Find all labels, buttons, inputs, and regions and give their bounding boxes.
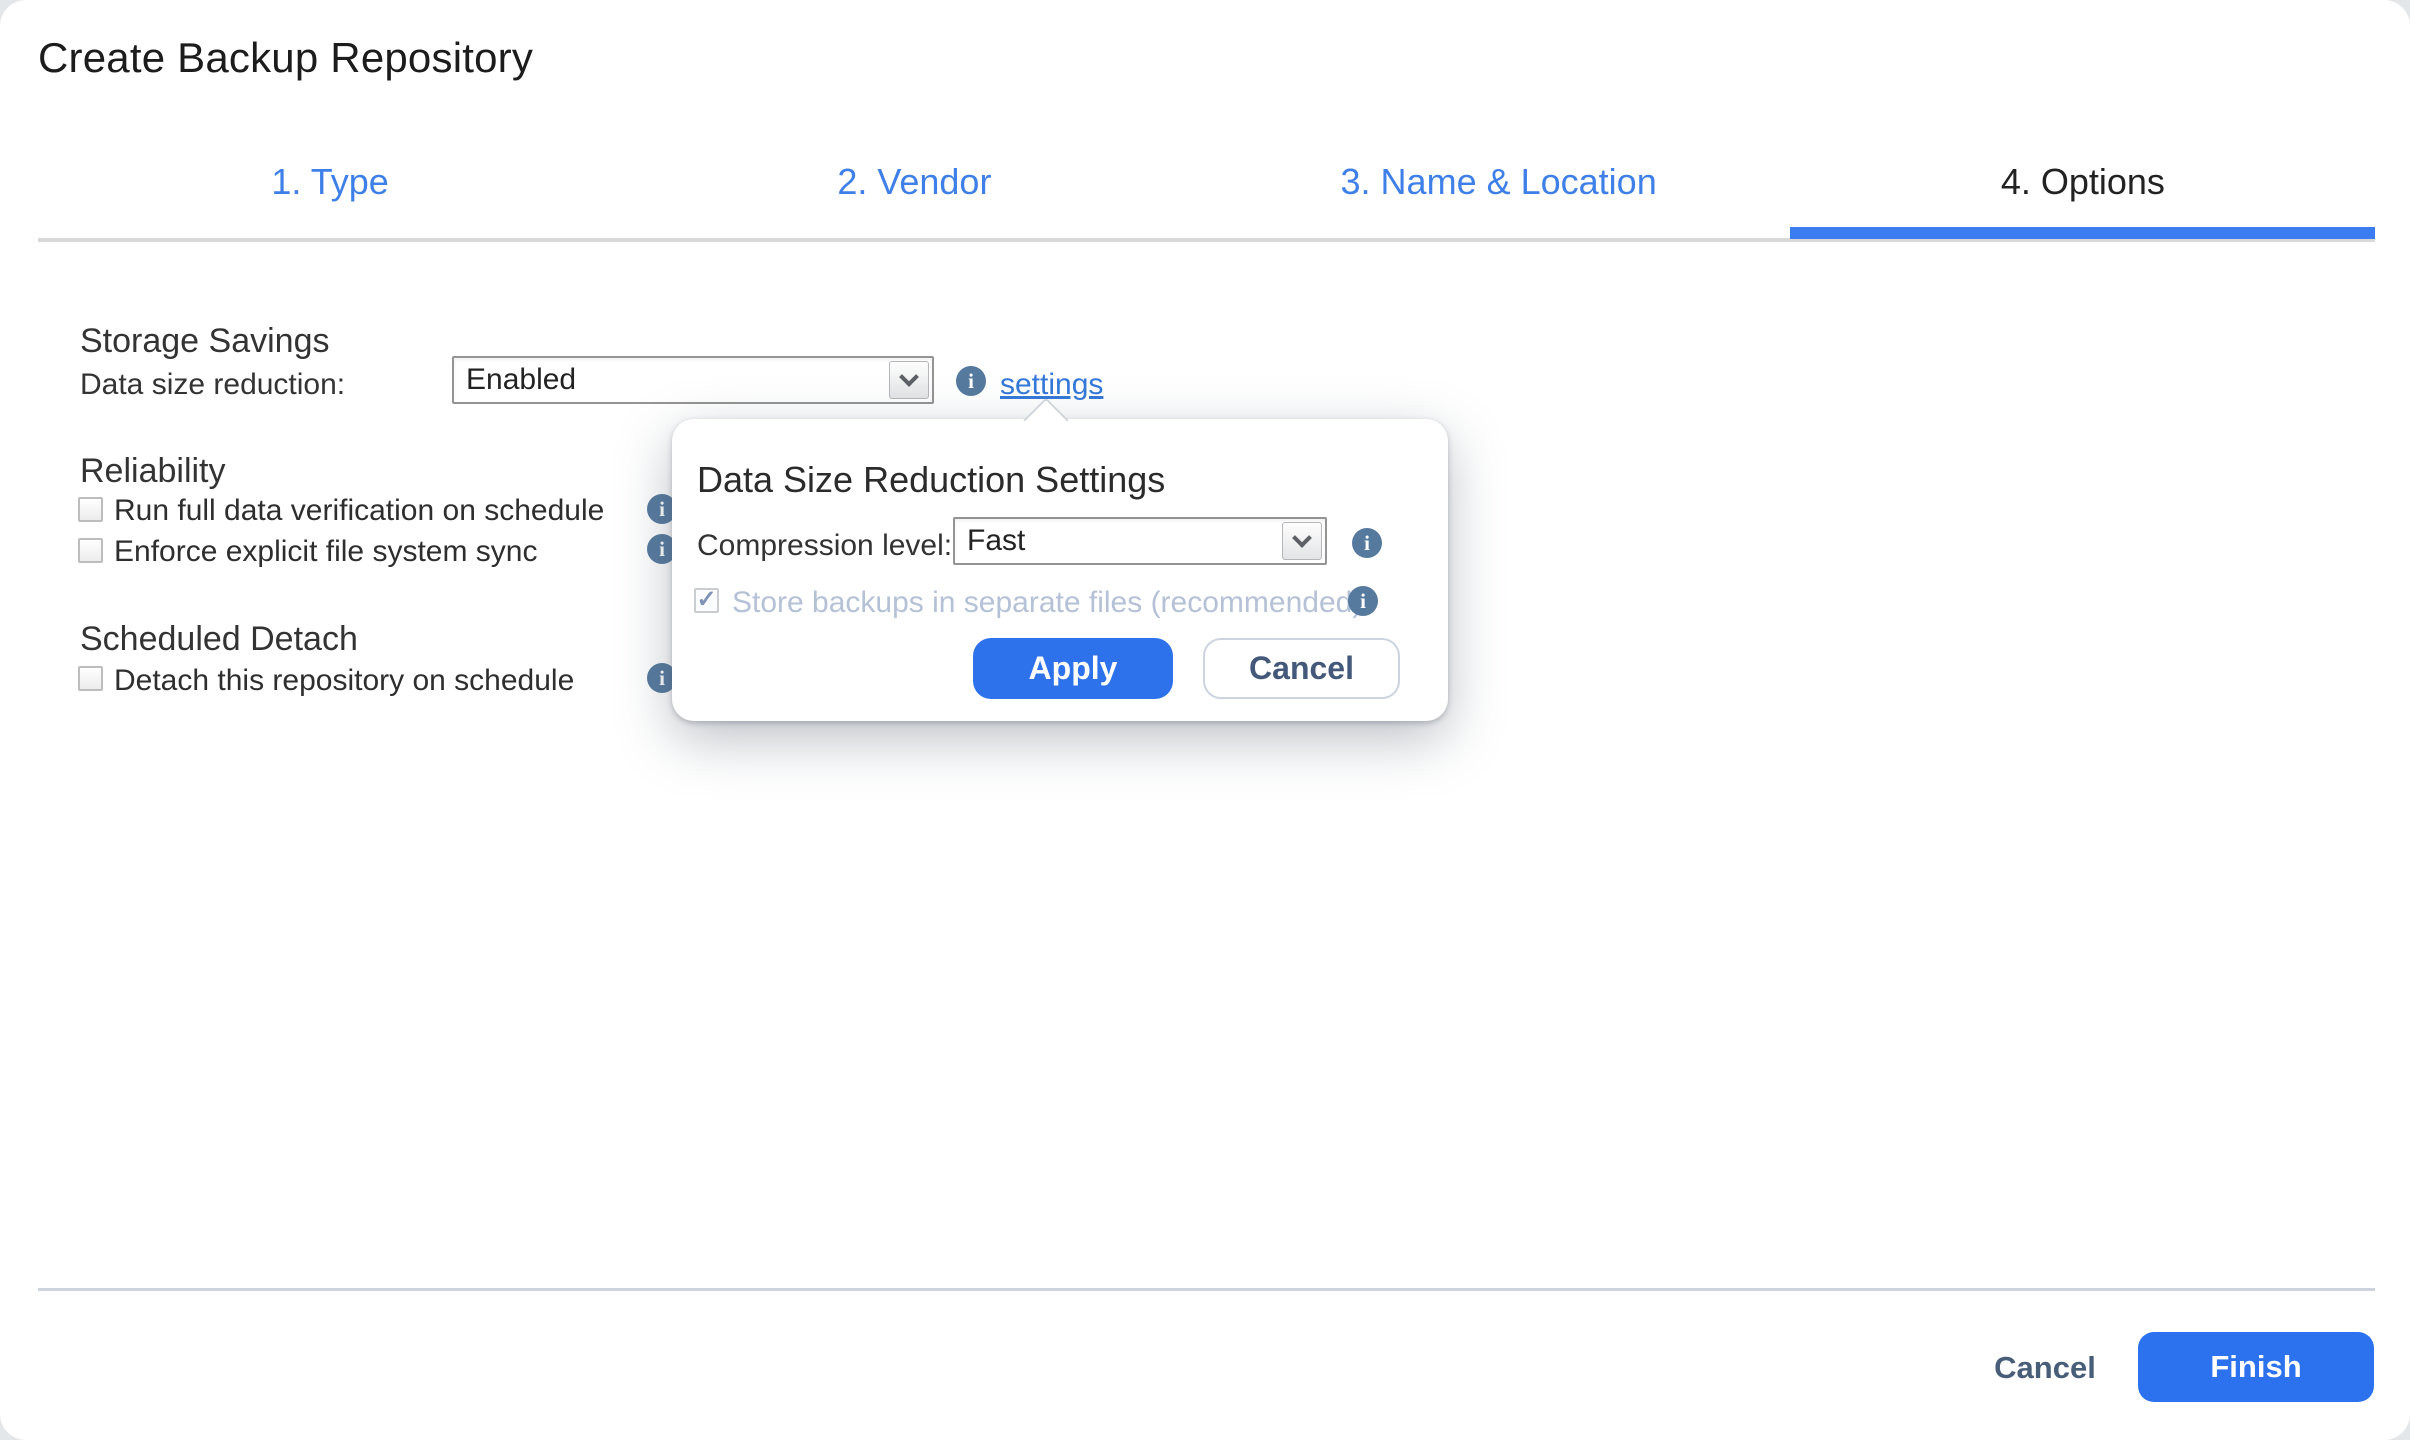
compression-level-selected-value: Fast [967,524,1026,557]
select-trigger-button[interactable] [889,361,929,399]
enforce-file-system-sync-label: Enforce explicit file system sync [114,535,538,568]
info-icon[interactable]: i [1348,586,1378,616]
run-full-data-verification-checkbox[interactable] [78,497,103,522]
wizard-tabs: 1. Type 2. Vendor 3. Name & Location 4. … [38,156,2375,208]
popover-arrow [1023,397,1069,443]
reliability-heading: Reliability [80,452,226,490]
store-backups-separate-files-label: Store backups in separate files (recomme… [732,586,1363,619]
data-size-reduction-settings-popover: Data Size Reduction Settings Compression… [672,397,1448,721]
apply-button[interactable]: Apply [973,638,1173,699]
select-trigger-button[interactable] [1282,522,1322,560]
data-size-reduction-select[interactable]: Enabled [452,356,934,404]
data-size-reduction-selected-value: Enabled [466,363,577,396]
chevron-down-icon [1292,528,1312,548]
create-backup-repository-dialog: Create Backup Repository 1. Type 2. Vend… [0,0,2410,1440]
run-full-data-verification-label: Run full data verification on schedule [114,494,605,527]
tab-options[interactable]: 4. Options [1791,156,2375,208]
page-title: Create Backup Repository [38,34,534,81]
detach-repository-checkbox[interactable] [78,666,103,691]
footer-divider [38,1288,2375,1291]
info-icon[interactable]: i [956,366,986,396]
settings-link[interactable]: settings [1000,368,1103,402]
finish-button[interactable]: Finish [2138,1332,2374,1402]
store-backups-separate-files-checkbox [694,588,719,613]
tab-type[interactable]: 1. Type [38,156,622,208]
info-icon[interactable]: i [1352,528,1382,558]
detach-repository-label: Detach this repository on schedule [114,664,575,697]
cancel-button[interactable]: Cancel [1985,1350,2105,1386]
chevron-down-icon [899,367,919,387]
data-size-reduction-label: Data size reduction: [80,368,346,401]
popover-cancel-button[interactable]: Cancel [1203,638,1400,699]
scheduled-detach-heading: Scheduled Detach [80,620,358,658]
storage-savings-heading: Storage Savings [80,322,330,360]
compression-level-label: Compression level: [697,529,953,562]
tab-name-location[interactable]: 3. Name & Location [1207,156,1791,208]
enforce-file-system-sync-checkbox[interactable] [78,538,103,563]
compression-level-select[interactable]: Fast [953,517,1327,565]
popover-title: Data Size Reduction Settings [697,459,1166,500]
active-tab-indicator [1790,227,2375,239]
tab-vendor[interactable]: 2. Vendor [622,156,1206,208]
